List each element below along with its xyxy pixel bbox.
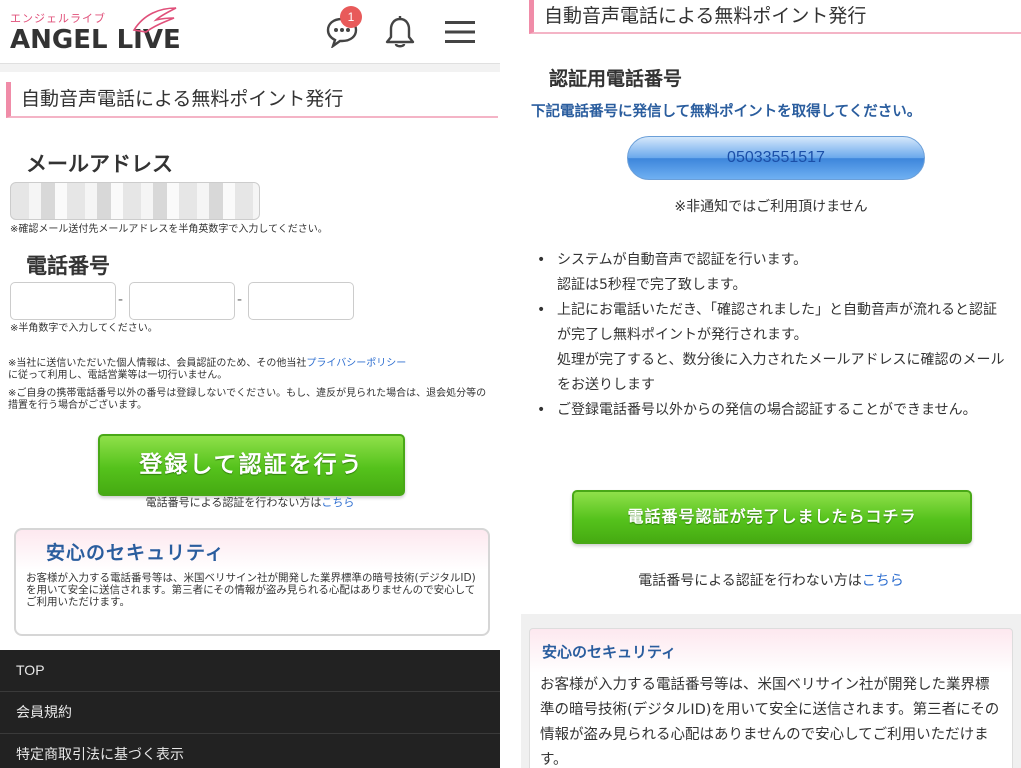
header-gap xyxy=(0,64,500,72)
footer-link-terms[interactable]: 会員規約 xyxy=(0,692,500,734)
no-caller-id-note: ※非通知ではご利用頂けません xyxy=(674,199,868,215)
page-title: 自動音声電話による無料ポイント発行 xyxy=(529,0,1021,34)
menu-button[interactable] xyxy=(440,12,480,52)
no-auth-note: 電話番号による認証を行わない方はこちら xyxy=(521,570,1021,590)
page-title: 自動音声電話による無料ポイント発行 xyxy=(6,82,498,118)
instruction-text: 上記にお電話いただき、「確認されました」と自動音声が流れると認証が完了し無料ポイ… xyxy=(557,302,1005,393)
security-title: 安心のセキュリティ xyxy=(46,542,225,564)
site-logo[interactable]: エンジェルライブ ANGEL LIVE xyxy=(10,7,181,54)
instruction-item: システムが自動音声で認証を行います。 認証は5秒程で完了致します。 xyxy=(535,248,1011,298)
tel-field-2[interactable] xyxy=(129,282,235,320)
auth-phone-description: 下記電話番号に発信して無料ポイントを取得してください。 xyxy=(531,104,922,120)
privacy-text: ※当社に送信いただいた個人情報は、会員認証のため、その他当社 xyxy=(8,358,307,369)
no-auth-text: 電話番号による認証を行わない方は xyxy=(638,573,862,589)
auth-phone-title: 認証用電話番号 xyxy=(549,68,683,90)
security-body: お客様が入力する電話番号等は、米国ベリサイン社が開発した業界標準の暗号技術(デジ… xyxy=(540,677,1000,768)
warning-note: ※ご自身の携帯電話番号以外の番号は登録しないでください。もし、違反が見られた場合… xyxy=(8,388,487,411)
tel-dash: - xyxy=(118,292,124,308)
wing-icon xyxy=(132,7,177,33)
no-auth-note: 電話番号による認証を行わない方はこちら xyxy=(0,494,500,510)
instruction-item: ご登録電話番号以外からの発信の場合認証することができません。 xyxy=(535,398,1011,423)
tel-dash: - xyxy=(237,292,243,308)
hamburger-menu-icon xyxy=(445,21,475,43)
notification-badge: 1 xyxy=(340,6,362,28)
right-screen: 自動音声電話による無料ポイント発行 認証用電話番号 下記電話番号に発信して無料ポ… xyxy=(521,0,1021,768)
no-auth-link[interactable]: こちら xyxy=(862,573,904,589)
tel-note: ※半角数字で入力してください。 xyxy=(10,323,158,334)
tel-label: 電話番号 xyxy=(26,254,110,278)
privacy-text-after: に従って利用し、電話営業等は一切行いません。 xyxy=(8,370,228,381)
footer-nav: TOP 会員規約 特定商取引法に基づく表示 xyxy=(0,650,500,768)
email-label: メールアドレス xyxy=(26,152,173,176)
auth-phone-number-button[interactable]: 05033551517 xyxy=(627,136,925,180)
security-section: 安心のセキュリティ お客様が入力する電話番号等は、米国ベリサイン社が開発した業界… xyxy=(521,614,1021,768)
instruction-item: 上記にお電話いただき、「確認されました」と自動音声が流れると認証が完了し無料ポイ… xyxy=(535,298,1011,398)
bell-icon xyxy=(385,16,415,48)
instruction-text: ご登録電話番号以外からの発信の場合認証することができません。 xyxy=(557,402,977,418)
tel-field-1[interactable] xyxy=(10,282,116,320)
instruction-text: システムが自動音声で認証を行います。 認証は5秒程で完了致します。 xyxy=(557,252,808,293)
no-auth-link[interactable]: こちら xyxy=(321,496,354,509)
panel-divider xyxy=(500,0,521,768)
privacy-note: ※当社に送信いただいた個人情報は、会員認証のため、その他当社プライバシーポリシー… xyxy=(8,358,492,382)
email-field[interactable] xyxy=(10,182,260,220)
security-box: 安心のセキュリティ お客様が入力する電話番号等は、米国ベリサイン社が開発した業界… xyxy=(14,528,490,636)
security-box: 安心のセキュリティ お客様が入力する電話番号等は、米国ベリサイン社が開発した業界… xyxy=(529,628,1013,768)
tel-field-3[interactable] xyxy=(248,282,354,320)
instruction-list: システムが自動音声で認証を行います。 認証は5秒程で完了致します。 上記にお電話… xyxy=(535,248,1011,423)
register-button[interactable]: 登録して認証を行う xyxy=(98,434,405,496)
left-screen: エンジェルライブ ANGEL LIVE 1 自動音声電話による無料ポイント発行 … xyxy=(0,0,500,768)
no-auth-text: 電話番号による認証を行わない方は xyxy=(145,496,322,509)
footer-link-commerce-law[interactable]: 特定商取引法に基づく表示 xyxy=(0,734,500,768)
footer-link-top[interactable]: TOP xyxy=(0,650,500,692)
privacy-policy-link[interactable]: プライバシーポリシー xyxy=(306,358,406,369)
email-note: ※確認メール送付先メールアドレスを半角英数字で入力してください。 xyxy=(10,224,328,235)
security-title: 安心のセキュリティ xyxy=(542,643,677,661)
site-header: エンジェルライブ ANGEL LIVE 1 xyxy=(0,0,500,64)
security-body: お客様が入力する電話番号等は、米国ベリサイン社が開発した業界標準の暗号技術(デジ… xyxy=(26,572,476,608)
auth-complete-button[interactable]: 電話番号認証が完了しましたらコチラ xyxy=(572,490,972,544)
bell-button[interactable] xyxy=(380,12,420,52)
chat-button[interactable]: 1 xyxy=(322,6,362,52)
